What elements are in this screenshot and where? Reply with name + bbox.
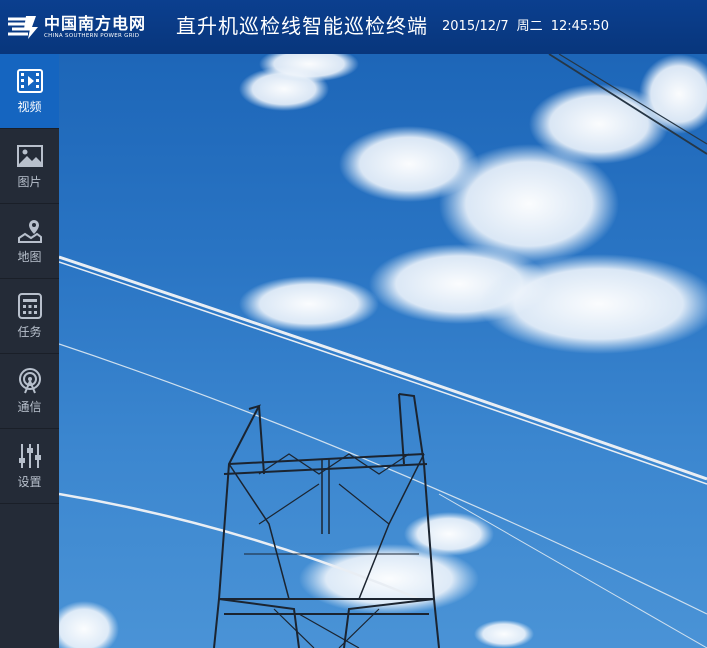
sidebar-item-signal[interactable]: 通信 (0, 354, 59, 429)
sidebar-item-label: 通信 (17, 400, 42, 414)
settings-icon (18, 444, 41, 468)
brand-name-en: CHINA SOUTHERN POWER GRID (44, 32, 140, 39)
sidebar-item-label: 地图 (17, 250, 42, 264)
datetime-display: 2015/12/7 周二 12:45:50 (442, 17, 609, 37)
map-icon (17, 220, 42, 243)
sidebar-item-settings[interactable]: 设置 (0, 429, 59, 504)
task-icon (17, 293, 42, 319)
csg-logo-icon (8, 16, 38, 39)
sidebar-item-label: 视频 (17, 100, 42, 114)
app-header: 中国南方电网 CHINA SOUTHERN POWER GRID 直升机巡检线智… (0, 0, 707, 54)
sidebar-item-task[interactable]: 任务 (0, 279, 59, 354)
sidebar-item-map[interactable]: 地图 (0, 204, 59, 279)
sidebar-nav: 视频 图片 地图 任务 通信 设置 (0, 54, 59, 648)
video-frame (59, 54, 707, 648)
signal-icon (18, 368, 41, 394)
cloud-cluster (59, 54, 707, 648)
brand-name-cn: 中国南方电网 (44, 13, 147, 33)
time-text: 12:45:50 (550, 19, 610, 34)
sidebar-item-label: 任务 (17, 325, 42, 339)
sidebar-item-label: 图片 (17, 175, 42, 189)
image-icon (16, 145, 43, 167)
sidebar-item-image[interactable]: 图片 (0, 129, 59, 204)
video-feed[interactable] (59, 54, 707, 648)
sidebar-item-label: 设置 (17, 475, 42, 489)
weekday-text: 周二 (516, 19, 543, 34)
date-text: 2015/12/7 (442, 19, 509, 34)
video-icon (16, 69, 43, 93)
app-title: 直升机巡检线智能巡检终端 (176, 14, 428, 38)
brand-logo: 中国南方电网 CHINA SOUTHERN POWER GRID (6, 12, 146, 42)
sidebar-item-video[interactable]: 视频 (0, 54, 59, 129)
